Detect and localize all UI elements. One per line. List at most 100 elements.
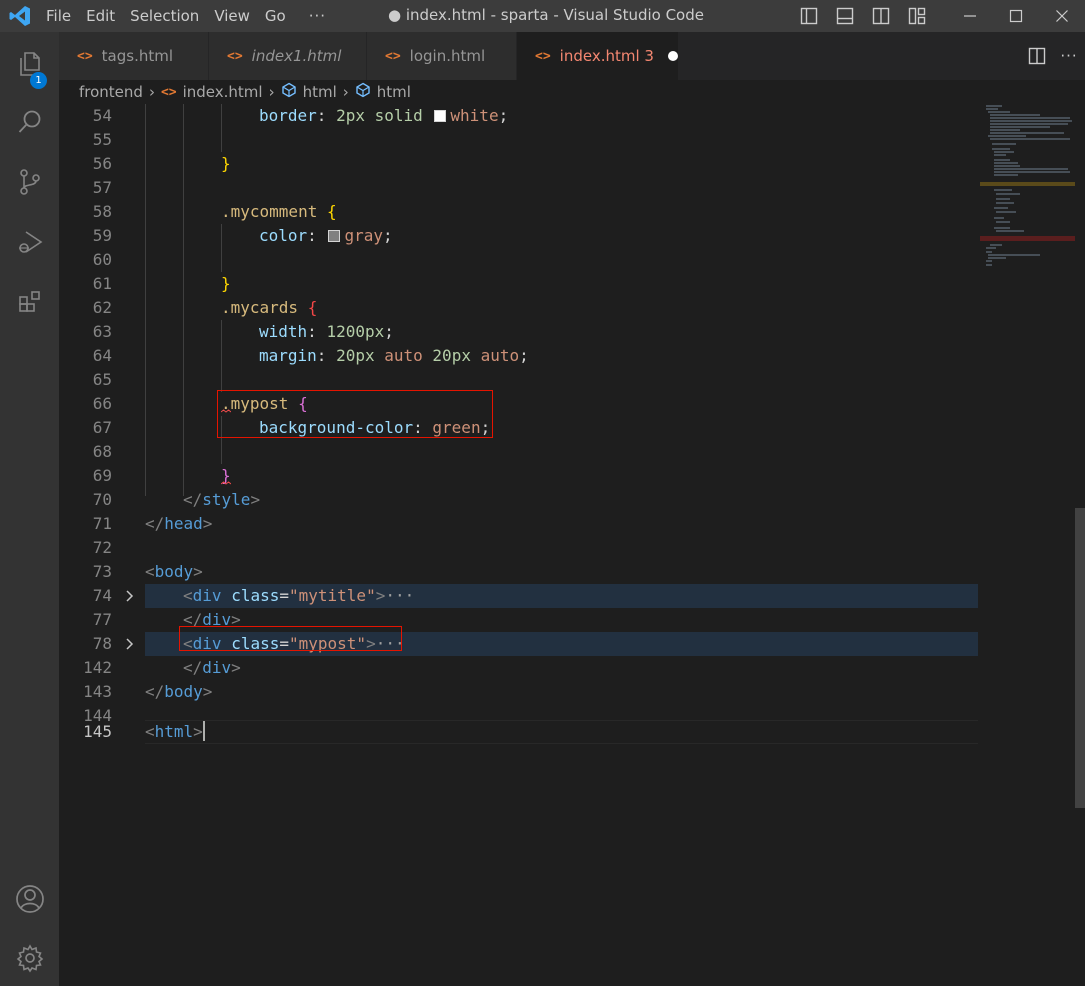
window-controls xyxy=(947,0,1085,32)
code-line: 64 margin: 20px auto 20px auto; xyxy=(59,344,978,368)
line-number: 65 xyxy=(92,370,112,389)
tab-label: login.html xyxy=(409,47,486,65)
split-editor-icon[interactable] xyxy=(1021,40,1053,72)
line-number: 73 xyxy=(92,562,112,581)
code-line: 56 } xyxy=(59,152,978,176)
chevron-right-icon: › xyxy=(148,83,155,101)
code-line: 54 border: 2px solid white; xyxy=(59,104,978,128)
html-file-icon: <> xyxy=(77,48,93,64)
breadcrumb-symbol[interactable]: html xyxy=(303,83,337,101)
tab-login-html[interactable]: <> login.html xyxy=(367,32,517,80)
line-number: 63 xyxy=(92,322,112,341)
code-line: 70 </style> xyxy=(59,488,978,512)
code-line: 58 .mycomment { xyxy=(59,200,978,224)
accounts-icon[interactable] xyxy=(0,875,59,923)
code-text: </div> xyxy=(183,658,241,677)
symbol-element-icon xyxy=(355,82,371,102)
annotation-box-mypost-rule xyxy=(217,390,493,438)
html-file-icon: <> xyxy=(227,48,243,64)
toggle-primary-sidebar-icon[interactable] xyxy=(791,4,827,28)
line-number: 78 xyxy=(92,634,112,653)
line-number: 54 xyxy=(92,106,112,125)
vertical-scrollbar[interactable] xyxy=(1075,104,1085,986)
unsaved-dot-icon[interactable] xyxy=(667,51,678,61)
fold-chevron-right-icon[interactable] xyxy=(123,584,137,608)
search-icon[interactable] xyxy=(0,98,59,146)
manage-gear-icon[interactable] xyxy=(0,934,59,982)
line-number: 142 xyxy=(83,658,112,677)
annotation-box-mypost-div xyxy=(179,626,402,651)
minimap[interactable] xyxy=(980,104,1076,269)
html-file-icon: <> xyxy=(385,48,401,64)
breadcrumb: frontend › <> index.html › html › html xyxy=(59,80,1085,104)
code-line: 71 </head> xyxy=(59,512,978,536)
explorer-icon[interactable]: 1 xyxy=(0,40,59,89)
tab-label: tags.html xyxy=(101,47,174,65)
line-number: 59 xyxy=(92,226,112,245)
code-line: 73 <body> xyxy=(59,560,978,584)
code-line: 66 .mypost { xyxy=(59,392,978,416)
code-line: 55 xyxy=(59,128,978,152)
symbol-element-icon xyxy=(281,82,297,102)
editor-tab-bar: <> tags.html <> index1.html <> login.htm… xyxy=(59,32,1085,80)
breadcrumb-symbol[interactable]: html xyxy=(377,83,411,101)
code-text: } xyxy=(221,154,231,173)
minimize-icon[interactable] xyxy=(947,0,993,32)
more-actions-icon[interactable]: ··· xyxy=(1053,40,1085,72)
code-line: 69 } xyxy=(59,464,978,488)
layout-controls xyxy=(791,4,935,28)
code-text: </style> xyxy=(183,490,261,509)
source-control-icon[interactable] xyxy=(0,158,59,206)
chevron-right-icon: › xyxy=(342,83,349,101)
error-squiggle xyxy=(221,409,231,413)
code-line: 67 background-color: green; xyxy=(59,416,978,440)
color-swatch-white-icon[interactable] xyxy=(434,110,447,122)
code-text: </body> xyxy=(145,682,213,701)
tab-actions: ··· xyxy=(1021,32,1085,80)
line-number: 71 xyxy=(92,514,112,533)
toggle-secondary-sidebar-icon[interactable] xyxy=(863,4,899,28)
run-debug-icon[interactable] xyxy=(0,218,59,266)
chevron-right-icon: › xyxy=(268,83,275,101)
scrollbar-thumb[interactable] xyxy=(1075,508,1085,808)
code-editor[interactable]: 54 border: 2px solid white; 55 56 } 57 5… xyxy=(59,104,1075,986)
breadcrumb-file[interactable]: index.html xyxy=(183,83,263,101)
text-cursor xyxy=(202,721,205,741)
code-line: 59 color: gray; xyxy=(59,224,978,248)
code-text: margin: 20px auto 20px auto; xyxy=(259,346,529,365)
breadcrumb-folder[interactable]: frontend xyxy=(79,83,143,101)
line-number: 55 xyxy=(92,130,112,149)
html-file-icon: <> xyxy=(160,84,177,100)
code-line: 143 </body> xyxy=(59,680,978,704)
close-icon[interactable] xyxy=(1039,0,1085,32)
code-line: 60 xyxy=(59,248,978,272)
line-number: 69 xyxy=(92,466,112,485)
code-line: 63 width: 1200px; xyxy=(59,320,978,344)
line-number: 66 xyxy=(92,394,112,413)
code-line: 57 xyxy=(59,176,978,200)
code-line: 61 } xyxy=(59,272,978,296)
error-squiggle xyxy=(221,481,231,485)
maximize-icon[interactable] xyxy=(993,0,1039,32)
customize-layout-icon[interactable] xyxy=(899,4,935,28)
line-number: 62 xyxy=(92,298,112,317)
tab-index-html[interactable]: <> index.html 3 xyxy=(517,32,679,80)
tab-label: index1.html xyxy=(251,47,342,65)
line-number: 70 xyxy=(92,490,112,509)
line-number: 145 xyxy=(83,722,112,741)
tab-index1-html[interactable]: <> index1.html xyxy=(209,32,367,80)
line-number: 60 xyxy=(92,250,112,269)
code-text: <html> xyxy=(145,721,205,741)
html-file-icon: <> xyxy=(535,48,551,64)
code-line: 62 .mycards { xyxy=(59,296,978,320)
code-line: 68 xyxy=(59,440,978,464)
extensions-icon[interactable] xyxy=(0,278,59,326)
toggle-panel-icon[interactable] xyxy=(827,4,863,28)
line-number: 143 xyxy=(83,682,112,701)
color-swatch-gray-icon[interactable] xyxy=(328,230,341,242)
tab-tags-html[interactable]: <> tags.html xyxy=(59,32,209,80)
fold-chevron-right-icon[interactable] xyxy=(123,632,137,656)
line-number: 61 xyxy=(92,274,112,293)
code-line: 142 </div> xyxy=(59,656,978,680)
code-text: <div class="mytitle">··· xyxy=(183,586,415,605)
